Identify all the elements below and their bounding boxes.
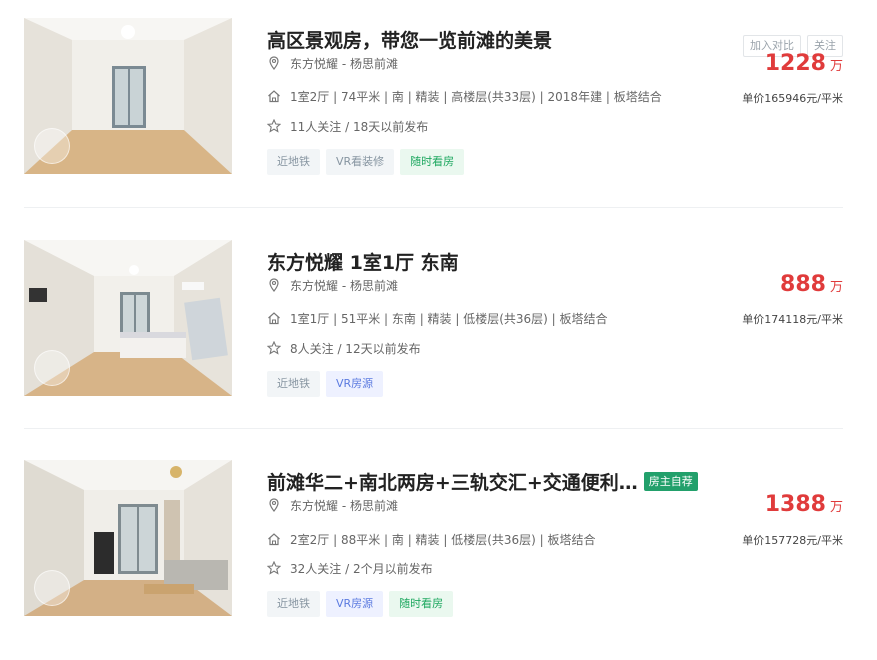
unit-price: 单价174118元/平米 xyxy=(742,313,843,326)
specs-row: 1室2厅 | 74平米 | 南 | 精装 | 高楼层(共33层) | 2018年… xyxy=(267,86,662,106)
follow-text: 32人关注 / 2个月以前发布 xyxy=(290,561,433,576)
listing-card-2[interactable]: 东方悦耀 1室1厅 东南 东方悦耀 - 杨思前滩 1室1厅 | 51平米 | 东… xyxy=(0,240,877,440)
price-value: 1388 xyxy=(764,492,826,517)
owner-recommend-badge: 房主自荐 xyxy=(643,471,698,491)
divider xyxy=(24,207,843,208)
specs-row: 2室2厅 | 88平米 | 南 | 精装 | 低楼层(共36层) | 板塔结合 xyxy=(267,529,596,549)
title-row: 高区景观房，带您一览前滩的美景 xyxy=(267,24,552,54)
tag-list: 近地铁 VR房源 xyxy=(267,371,389,397)
tag: VR房源 xyxy=(326,371,384,397)
total-price: 1228 万 xyxy=(765,51,843,76)
tag-list: 近地铁 VR看装修 随时看房 xyxy=(267,149,470,175)
title-row: 东方悦耀 1室1厅 东南 xyxy=(267,246,459,276)
star-icon xyxy=(267,119,281,133)
unit-price: 单价157728元/平米 xyxy=(742,534,843,547)
location-row: 东方悦耀 - 杨思前滩 xyxy=(267,495,398,515)
house-icon xyxy=(268,90,280,103)
location-text[interactable]: 东方悦耀 - 杨思前滩 xyxy=(290,497,398,514)
tag: 近地铁 xyxy=(267,591,320,617)
listing-card-1[interactable]: 高区景观房，带您一览前滩的美景 加入对比 关注 东方悦耀 - 杨思前滩 1室2厅… xyxy=(0,18,877,218)
location-pin-icon xyxy=(269,498,279,512)
location-row: 东方悦耀 - 杨思前滩 xyxy=(267,53,398,73)
listing-title[interactable]: 前滩华二+南北两房+三轨交汇+交通便利… xyxy=(267,468,638,495)
tag: 近地铁 xyxy=(267,371,320,397)
location-pin-icon xyxy=(269,278,279,292)
follow-text: 11人关注 / 18天以前发布 xyxy=(290,119,429,134)
location-text[interactable]: 东方悦耀 - 杨思前滩 xyxy=(290,55,398,72)
price-unit: 万 xyxy=(829,280,843,295)
price-unit: 万 xyxy=(829,59,843,74)
tag: 随时看房 xyxy=(400,149,465,175)
divider xyxy=(24,428,843,429)
specs-text: 1室2厅 | 74平米 | 南 | 精装 | 高楼层(共33层) | 2018年… xyxy=(290,89,662,104)
follow-row: 8人关注 / 12天以前发布 xyxy=(267,338,421,358)
tag: 近地铁 xyxy=(267,149,320,175)
follow-text: 8人关注 / 12天以前发布 xyxy=(290,341,421,356)
listing-title[interactable]: 东方悦耀 1室1厅 东南 xyxy=(267,248,459,275)
listing-photo[interactable] xyxy=(24,18,232,174)
location-text[interactable]: 东方悦耀 - 杨思前滩 xyxy=(290,277,398,294)
follow-row: 32人关注 / 2个月以前发布 xyxy=(267,558,433,578)
total-price: 888 万 xyxy=(780,272,843,297)
location-pin-icon xyxy=(269,56,279,70)
house-icon xyxy=(268,533,280,546)
listing-photo[interactable] xyxy=(24,460,232,616)
tag: VR看装修 xyxy=(326,149,395,175)
star-icon xyxy=(267,561,281,575)
star-icon xyxy=(267,341,281,355)
tag: 随时看房 xyxy=(389,591,454,617)
listing-photo[interactable] xyxy=(24,240,232,396)
title-row: 前滩华二+南北两房+三轨交汇+交通便利… 房主自荐 xyxy=(267,466,698,496)
tag-list: 近地铁 VR房源 随时看房 xyxy=(267,591,459,617)
unit-price: 单价165946元/平米 xyxy=(742,92,843,105)
listing-title[interactable]: 高区景观房，带您一览前滩的美景 xyxy=(267,26,552,53)
price-value: 1228 xyxy=(764,51,826,76)
vr-badge-icon xyxy=(34,570,70,606)
location-row: 东方悦耀 - 杨思前滩 xyxy=(267,275,398,295)
listing-card-3[interactable]: 前滩华二+南北两房+三轨交汇+交通便利… 房主自荐 东方悦耀 - 杨思前滩 2室… xyxy=(0,460,877,660)
tag: VR房源 xyxy=(326,591,384,617)
specs-text: 1室1厅 | 51平米 | 东南 | 精装 | 低楼层(共36层) | 板塔结合 xyxy=(290,311,608,326)
specs-text: 2室2厅 | 88平米 | 南 | 精装 | 低楼层(共36层) | 板塔结合 xyxy=(290,532,596,547)
specs-row: 1室1厅 | 51平米 | 东南 | 精装 | 低楼层(共36层) | 板塔结合 xyxy=(267,308,608,328)
vr-badge-icon xyxy=(34,128,70,164)
price-value: 888 xyxy=(780,272,826,297)
price-unit: 万 xyxy=(829,500,843,515)
total-price: 1388 万 xyxy=(765,492,843,517)
follow-row: 11人关注 / 18天以前发布 xyxy=(267,116,428,136)
house-icon xyxy=(268,312,280,325)
vr-badge-icon xyxy=(34,350,70,386)
